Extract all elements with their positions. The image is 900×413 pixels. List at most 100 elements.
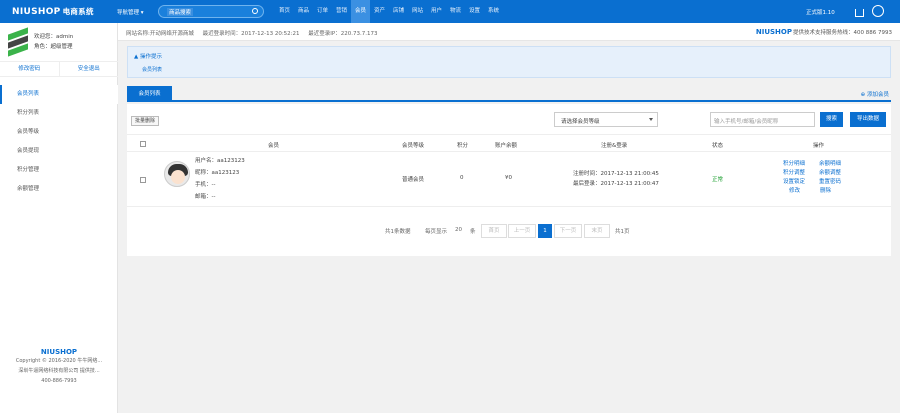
select-all-checkbox[interactable]: [140, 141, 146, 147]
welcome-text: 欢迎您：admin: [34, 34, 74, 40]
total-count: 共1条数据: [385, 229, 411, 235]
export-button[interactable]: 导出数据: [850, 112, 886, 127]
keyword-search-input[interactable]: 输入手机号/邮箱/会员昵称: [710, 112, 815, 127]
sidebar-item-points-manage[interactable]: 积分管理: [0, 161, 118, 180]
member-panel: 批量删除 请选择会员等级 输入手机号/邮箱/会员昵称 搜索 导出数据 会员 会员…: [127, 104, 891, 256]
role-text: 角色：超级管理: [34, 44, 73, 50]
member-username: 用户名：aa123123: [195, 158, 245, 164]
points-adjust-link[interactable]: 积分调整: [783, 168, 805, 176]
site-name: 网站名称:开动网络开源商城: [126, 31, 194, 37]
member-email: 邮箱：--: [195, 194, 216, 200]
sidebar-item-member-level[interactable]: 会员等级: [0, 123, 118, 142]
table-header: 会员 会员等级 积分 账户余额 注册&登录 状态 操作: [127, 134, 891, 152]
tips-title: ▲ 操作提示: [134, 54, 162, 60]
search-icon[interactable]: [252, 8, 258, 14]
company-text: 深圳牛逼网络科技有限公司 提供技...: [18, 368, 100, 374]
sidebar-item-withdraw[interactable]: 会员提现: [0, 142, 118, 161]
header-register-login: 注册&登录: [601, 143, 628, 149]
info-bar: 网站名称:开动网络开源商城 最近登录时间：2017-12-13 20:52:21…: [118, 23, 900, 41]
nav-assets[interactable]: 资产: [370, 0, 389, 23]
user-logo-icon: [8, 27, 28, 57]
last-login-ip: 最近登录IP：220.73.7.173: [308, 31, 378, 37]
top-bar: NIUSHOP 电商系统 导航管理 ▾ 商品搜索 首页 商品 订单 营销 会员 资…: [0, 0, 900, 23]
nav-logistics[interactable]: 物流: [446, 0, 465, 23]
home-icon[interactable]: [855, 9, 864, 17]
next-page-button[interactable]: 下一页: [554, 224, 582, 238]
member-balance: ¥0: [505, 175, 512, 181]
header-actions: 操作: [813, 143, 825, 149]
last-login: 最后登录：2017-12-13 21:00:47: [573, 181, 659, 187]
tab-row: 会员列表 ⊕ 添加会员: [127, 86, 891, 102]
chevron-down-icon: [649, 118, 653, 121]
tips-text: 会员列表: [142, 67, 163, 73]
last-page-button[interactable]: 末页: [584, 224, 610, 238]
delete-link[interactable]: 删除: [820, 186, 831, 194]
member-phone: 手机：--: [195, 182, 216, 188]
pagination: 共1条数据 每页显示 20 条 首页 上一页 1 下一页 末页 共1页: [127, 224, 891, 238]
header-level: 会员等级: [402, 143, 425, 149]
table-row: 用户名：aa123123 昵称：aa123123 手机：-- 邮箱：-- 普通会…: [127, 152, 891, 207]
sidebar: 欢迎您：admin 角色：超级管理 修改密码 安全退出 会员列表 积分列表 会员…: [0, 23, 118, 413]
register-time: 注册时间：2017-12-13 21:00:45: [573, 171, 659, 177]
nav-order[interactable]: 订单: [313, 0, 332, 23]
member-level: 普通会员: [402, 177, 425, 183]
nav-user[interactable]: 用户: [427, 0, 446, 23]
phone-text: 400-886-7993: [41, 378, 77, 384]
set-lock-link[interactable]: 设置锁定: [783, 177, 805, 185]
prev-page-button[interactable]: 上一页: [508, 224, 536, 238]
user-actions: 修改密码 安全退出: [0, 61, 118, 77]
add-member-button[interactable]: ⊕ 添加会员: [861, 90, 889, 98]
first-page-button[interactable]: 首页: [481, 224, 507, 238]
main-nav: 首页 商品 订单 营销 会员 资产 店铺 网站 用户 物流 设置 系统: [275, 0, 503, 23]
search-input[interactable]: 商品搜索: [167, 8, 194, 16]
safe-logout-button[interactable]: 安全退出: [60, 62, 119, 76]
search-button[interactable]: 搜索: [820, 112, 843, 127]
last-login-time: 最近登录时间：2017-12-13 20:52:21: [202, 31, 300, 37]
copyright-text: Copyright © 2016-2020 牛牛网络...: [15, 358, 103, 364]
sidebar-item-balance-manage[interactable]: 余额管理: [0, 180, 118, 199]
support-brand: NIUSHOP: [755, 28, 792, 36]
nav-marketing[interactable]: 营销: [332, 0, 351, 23]
member-nickname: 昵称：aa123123: [195, 170, 240, 176]
balance-detail-link[interactable]: 余额明细: [819, 159, 841, 167]
brand-logo[interactable]: NIUSHOP 电商系统: [12, 6, 94, 17]
quick-nav-dropdown[interactable]: 导航管理 ▾: [117, 8, 144, 16]
sidebar-footer: NIUSHOP Copyright © 2016-2020 牛牛网络... 深圳…: [0, 348, 118, 386]
help-icon[interactable]: [872, 5, 884, 17]
per-page-input[interactable]: 20: [455, 227, 462, 233]
header-member: 会员: [268, 143, 280, 149]
nav-shop[interactable]: 店铺: [389, 0, 408, 23]
per-page-label: 每页显示: [425, 229, 448, 235]
per-page-unit: 条: [470, 229, 476, 235]
sidebar-item-points-list[interactable]: 积分列表: [0, 104, 118, 123]
nav-settings[interactable]: 设置: [465, 0, 484, 23]
operation-tips: ▲ 操作提示 会员列表: [127, 46, 891, 78]
nav-goods[interactable]: 商品: [294, 0, 313, 23]
balance-adjust-link[interactable]: 余额调整: [819, 168, 841, 176]
header-status: 状态: [712, 143, 724, 149]
status-badge: 正常: [712, 177, 724, 183]
row-checkbox[interactable]: [140, 177, 146, 183]
batch-delete-button[interactable]: 批量删除: [131, 116, 160, 126]
nav-website[interactable]: 网站: [408, 0, 427, 23]
member-points: 0: [460, 175, 464, 181]
footer-logo: NIUSHOP: [40, 348, 78, 356]
member-level-select[interactable]: 请选择会员等级: [554, 112, 658, 127]
user-box: 欢迎您：admin 角色：超级管理: [0, 23, 118, 61]
header-points: 积分: [457, 143, 469, 149]
sidebar-menu: 会员列表 积分列表 会员等级 会员提现 积分管理 余额管理: [0, 85, 118, 199]
header-balance: 账户余额: [495, 143, 518, 149]
nav-home[interactable]: 首页: [275, 0, 294, 23]
points-detail-link[interactable]: 积分明细: [783, 159, 805, 167]
reset-password-link[interactable]: 重置密码: [819, 177, 841, 185]
nav-system[interactable]: 系统: [484, 0, 503, 23]
goods-search-box[interactable]: 商品搜索: [158, 5, 264, 18]
tab-member-list[interactable]: 会员列表: [127, 86, 172, 102]
page-1-button[interactable]: 1: [538, 224, 552, 238]
modify-password-button[interactable]: 修改密码: [0, 62, 60, 76]
avatar: [164, 161, 190, 187]
user-info: 欢迎您：admin 角色：超级管理: [34, 32, 73, 52]
sidebar-item-member-list[interactable]: 会员列表: [0, 85, 118, 104]
nav-member[interactable]: 会员: [351, 0, 370, 23]
edit-link[interactable]: 修改: [789, 186, 800, 194]
